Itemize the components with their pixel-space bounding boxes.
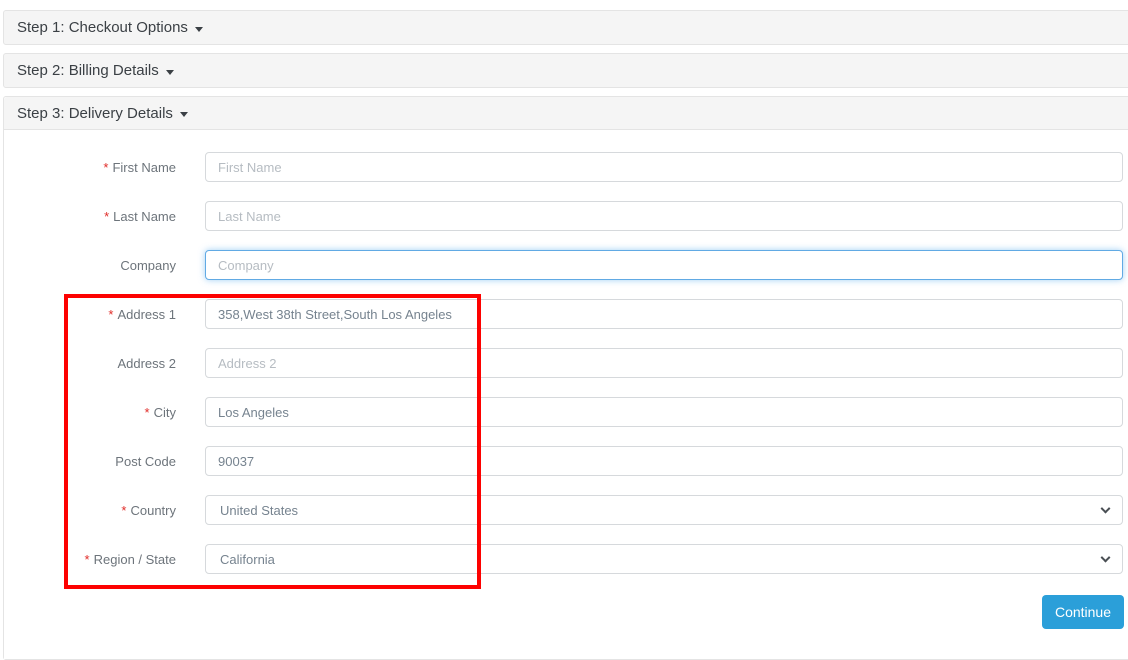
address-1-input[interactable]	[205, 299, 1123, 329]
required-marker: *	[103, 159, 109, 175]
last-name-input[interactable]	[205, 201, 1123, 231]
city-label: * City	[144, 404, 176, 420]
first-name-row: * First Name	[4, 152, 1128, 182]
required-marker: *	[84, 551, 90, 567]
required-marker: *	[104, 208, 110, 224]
first-name-input[interactable]	[205, 152, 1123, 182]
region-state-select[interactable]: California	[205, 544, 1123, 574]
billing-details-header-label: Step 2: Billing Details	[17, 62, 159, 79]
last-name-label: * Last Name	[104, 208, 176, 224]
delivery-details-panel: Step 3: Delivery Details *First Name *La…	[3, 96, 1128, 660]
post-code-input[interactable]	[205, 446, 1123, 476]
company-input[interactable]	[205, 250, 1123, 280]
last-name-row: * Last Name	[4, 201, 1128, 231]
billing-details-panel: Step 2: Billing Details	[3, 53, 1128, 88]
delivery-details-form: *First Name *Last Name Company *	[4, 130, 1128, 659]
region-state-row: * Region / State California	[4, 544, 1128, 574]
caret-down-icon	[179, 112, 188, 117]
required-marker: *	[144, 404, 150, 420]
country-row: * Country United States	[4, 495, 1128, 525]
delivery-details-header-label: Step 3: Delivery Details	[17, 104, 173, 122]
post-code-row: Post Code	[4, 446, 1128, 476]
country-label: * Country	[121, 502, 176, 518]
first-name-label: * First Name	[103, 159, 176, 175]
address-2-row: Address 2	[4, 348, 1128, 378]
address-1-label: * Address 1	[108, 306, 176, 322]
city-row: * City	[4, 397, 1128, 427]
post-code-label: Post Code	[115, 453, 176, 469]
address-1-row: * Address 1	[4, 299, 1128, 329]
city-input[interactable]	[205, 397, 1123, 427]
address-2-input[interactable]	[205, 348, 1123, 378]
required-marker: *	[108, 306, 114, 322]
checkout-options-panel: Step 1: Checkout Options	[3, 10, 1128, 45]
company-label: Company	[120, 257, 176, 273]
country-select[interactable]: United States	[205, 495, 1123, 525]
checkout-options-header[interactable]: Step 1: Checkout Options	[4, 11, 1128, 44]
required-marker: *	[121, 502, 127, 518]
checkout-options-header-label: Step 1: Checkout Options	[17, 19, 188, 36]
address-2-label: Address 2	[117, 355, 176, 371]
caret-down-icon	[165, 69, 174, 75]
company-row: Company	[4, 250, 1128, 280]
billing-details-header[interactable]: Step 2: Billing Details	[4, 54, 1128, 87]
region-state-label: * Region / State	[84, 551, 176, 567]
caret-down-icon	[194, 26, 203, 32]
delivery-details-header[interactable]: Step 3: Delivery Details	[4, 97, 1128, 130]
